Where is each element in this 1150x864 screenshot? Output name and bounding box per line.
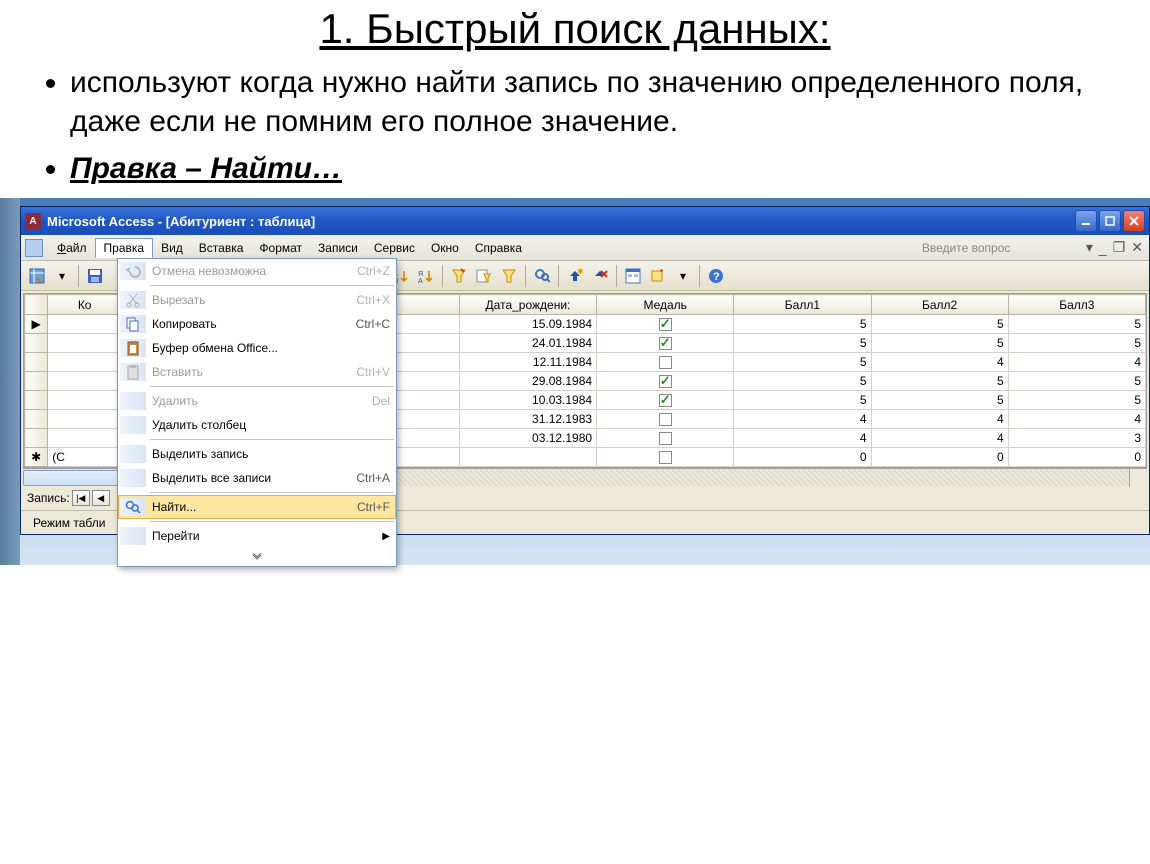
slide-title: 1. Быстрый поиск данных: <box>0 5 1150 53</box>
menu-delete: Удалить Del <box>118 389 396 413</box>
svg-text:✱: ✱ <box>577 268 583 276</box>
medal-checkbox[interactable] <box>659 375 672 388</box>
medal-checkbox[interactable] <box>659 394 672 407</box>
menu-expand-button[interactable] <box>118 548 396 566</box>
new-object-button[interactable] <box>646 264 670 288</box>
menu-delete-column[interactable]: Удалить столбец <box>118 413 396 437</box>
svg-text:?: ? <box>713 271 720 283</box>
minimize-button[interactable] <box>1075 210 1097 232</box>
new-object-dropdown[interactable]: ▾ <box>671 264 695 288</box>
mdi-minimize-button[interactable]: _ <box>1097 240 1109 256</box>
undo-icon <box>120 262 146 280</box>
bullet-2: Правка – Найти… <box>70 149 1150 188</box>
cut-icon <box>120 291 146 309</box>
svg-text:А: А <box>418 278 423 284</box>
column-header-ball1[interactable]: Балл1 <box>734 295 871 315</box>
row-selector[interactable] <box>25 410 48 429</box>
menu-edit[interactable]: Правка <box>95 238 154 258</box>
menu-paste: Вставить Ctrl+V <box>118 360 396 384</box>
save-button[interactable] <box>83 264 107 288</box>
medal-checkbox[interactable] <box>659 432 672 445</box>
filter-by-selection-button[interactable] <box>447 264 471 288</box>
bullet-1: используют когда нужно найти запись по з… <box>70 63 1150 141</box>
row-selector[interactable] <box>25 372 48 391</box>
decorative-pillar <box>0 198 20 565</box>
mdi-restore-button[interactable]: ❐ <box>1111 239 1128 256</box>
access-app-icon: A <box>25 213 41 229</box>
medal-checkbox[interactable] <box>659 413 672 426</box>
menu-copy[interactable]: Копировать Ctrl+C <box>118 312 396 336</box>
medal-checkbox[interactable] <box>659 451 672 464</box>
copy-icon <box>120 315 146 333</box>
maximize-button[interactable] <box>1099 210 1121 232</box>
column-header-date[interactable]: Дата_рождени: <box>459 295 596 315</box>
medal-checkbox[interactable] <box>659 318 672 331</box>
menu-insert[interactable]: Вставка <box>191 239 252 257</box>
toggle-filter-button[interactable] <box>497 264 521 288</box>
record-label: Запись: <box>27 491 70 505</box>
menu-select-all[interactable]: Выделить все записи Ctrl+A <box>118 466 396 490</box>
title-bar[interactable]: A Microsoft Access - [Абитуриент : табли… <box>21 207 1149 235</box>
menu-file[interactable]: Файл <box>49 239 95 257</box>
database-window-button[interactable] <box>621 264 645 288</box>
menu-select-record[interactable]: Выделить запись <box>118 442 396 466</box>
menu-undo: Отмена невозможна Ctrl+Z <box>118 259 396 283</box>
datasheet-icon[interactable] <box>25 239 43 257</box>
delete-record-button[interactable] <box>588 264 612 288</box>
mdi-close-button[interactable]: ✕ <box>1129 239 1145 256</box>
row-selector[interactable] <box>25 353 48 372</box>
menu-records[interactable]: Записи <box>310 239 366 257</box>
row-selector[interactable] <box>25 391 48 410</box>
menu-window[interactable]: Окно <box>423 239 467 257</box>
select-all-cell[interactable] <box>25 295 48 315</box>
menu-goto[interactable]: Перейти ▶ <box>118 524 396 548</box>
nav-first-button[interactable]: |◀ <box>72 490 90 506</box>
filter-by-form-button[interactable] <box>472 264 496 288</box>
column-header-ball2[interactable]: Балл2 <box>871 295 1008 315</box>
help-search-box[interactable]: Введите вопрос <box>918 240 1078 256</box>
new-record-button[interactable]: ✱ <box>563 264 587 288</box>
status-mode: Режим табли <box>27 514 111 532</box>
find-icon <box>120 498 146 516</box>
nav-prev-button[interactable]: ◀ <box>92 490 110 506</box>
menu-cut: Вырезать Ctrl+X <box>118 288 396 312</box>
desktop-background: A Microsoft Access - [Абитуриент : табли… <box>0 198 1150 565</box>
menu-view[interactable]: Вид <box>153 239 191 257</box>
view-dropdown-button[interactable]: ▾ <box>50 264 74 288</box>
row-selector[interactable]: ▶ <box>25 315 48 334</box>
column-header-medal[interactable]: Медаль <box>597 295 734 315</box>
submenu-arrow-icon: ▶ <box>382 531 390 542</box>
window-title: Microsoft Access - [Абитуриент : таблица… <box>47 214 1075 229</box>
menu-service[interactable]: Сервис <box>366 239 423 257</box>
svg-text:Я: Я <box>418 271 423 278</box>
clipboard-icon <box>120 339 146 357</box>
edit-dropdown-menu: Отмена невозможна Ctrl+Z Вырезать Ctrl+X… <box>117 258 397 567</box>
column-header-ball3[interactable]: Балл3 <box>1008 295 1145 315</box>
sort-desc-button[interactable]: ЯА <box>414 264 438 288</box>
row-selector[interactable]: ✱ <box>25 448 48 467</box>
menu-find[interactable]: Найти... Ctrl+F <box>118 495 396 519</box>
medal-checkbox[interactable] <box>659 337 672 350</box>
close-button[interactable] <box>1123 210 1145 232</box>
paste-icon <box>120 363 146 381</box>
row-selector[interactable] <box>25 334 48 353</box>
medal-checkbox[interactable] <box>659 356 672 369</box>
access-window: A Microsoft Access - [Абитуриент : табли… <box>20 206 1150 535</box>
menu-format[interactable]: Формат <box>251 239 310 257</box>
help-button[interactable]: ? <box>704 264 728 288</box>
mdi-dropdown-icon[interactable]: ▾ <box>1084 239 1095 256</box>
menu-office-clipboard[interactable]: Буфер обмена Office... <box>118 336 396 360</box>
column-header-ko[interactable]: Ко <box>48 295 122 315</box>
find-button[interactable] <box>530 264 554 288</box>
menu-help[interactable]: Справка <box>467 239 530 257</box>
row-selector[interactable] <box>25 429 48 448</box>
view-button[interactable] <box>25 264 49 288</box>
